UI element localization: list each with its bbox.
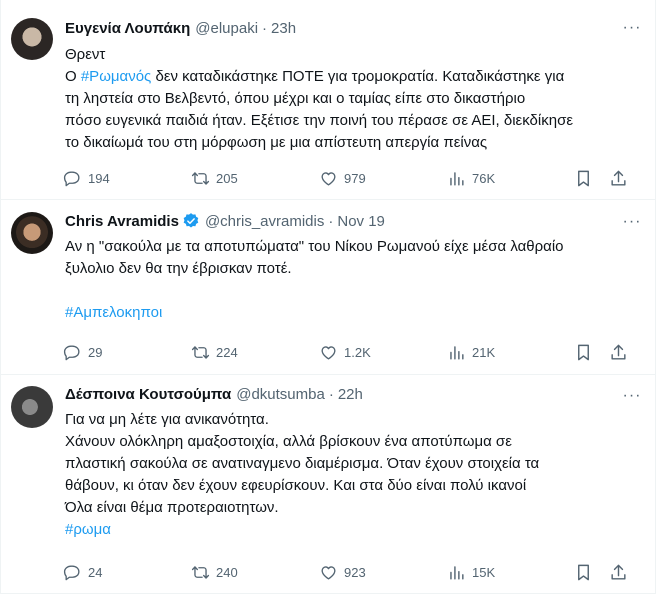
tweet-text-line: Χάνουν ολόκληρη αμαξοστοιχία, αλλά βρίσκ… (65, 433, 512, 450)
text-segment: δεν καταδικάστηκε ΠΟΤΕ για τρομοκρατία. … (151, 68, 565, 85)
tweet-text-line: Θρεντ (65, 46, 106, 63)
action-bar: 29 224 1.2K 21K (61, 341, 636, 363)
author-handle[interactable]: @chris_avramidis (205, 213, 324, 230)
share-icon (611, 344, 626, 360)
action-bar: 24 240 923 15K (61, 561, 636, 583)
timestamp[interactable]: 22h (338, 386, 363, 403)
retweet-button[interactable]: 205 (191, 167, 238, 189)
like-button[interactable]: 923 (319, 561, 366, 583)
tweet-text: Για να μη λέτε για ανικανότητα. Χάνουν ο… (65, 409, 638, 541)
reply-count: 24 (88, 564, 103, 580)
reply-count: 194 (88, 170, 110, 186)
author-handle[interactable]: @dkutsumba (236, 386, 325, 403)
tweet-text: Θρεντ Ο #Ρωμανός δεν καταδικάστηκε ΠΟΤΕ … (65, 44, 638, 154)
bookmark-button[interactable] (574, 341, 593, 363)
more-icon[interactable]: ··· (622, 214, 642, 234)
like-icon (321, 345, 336, 360)
separator-dot: · (328, 212, 334, 230)
tweet[interactable]: Chris Avramidis @chris_avramidis · Nov 1… (1, 200, 656, 375)
separator-dot: · (262, 20, 268, 37)
hashtag-link[interactable]: #Ρωμανός (81, 68, 151, 85)
reply-button[interactable]: 24 (63, 561, 102, 583)
timestamp[interactable]: 23h (271, 20, 296, 37)
tweet-text-line: Για να μη λέτε για ανικανότητα. (65, 411, 269, 428)
reply-icon (63, 170, 80, 186)
tweet-header: Ευγενία Λουπάκη @elupaki · 23h (65, 20, 296, 37)
like-icon (321, 565, 336, 580)
timestamp[interactable]: Nov 19 (337, 213, 385, 230)
tweet-header: Δέσποινα Κουτσούμπα @dkutsumba · 22h (65, 386, 363, 403)
retweet-button[interactable]: 240 (191, 561, 238, 583)
author-name[interactable]: Ευγενία Λουπάκη (65, 20, 190, 37)
views-button[interactable]: 15K (447, 561, 495, 583)
like-count: 979 (344, 170, 366, 186)
reply-button[interactable]: 29 (63, 341, 102, 363)
tweet-text-line: Ο #Ρωμανός δεν καταδικάστηκε ΠΟΤΕ για τρ… (65, 66, 638, 88)
tweet-feed: Ευγενία Λουπάκη @elupaki · 23h ··· Θρεντ… (0, 0, 656, 594)
views-count: 15K (472, 564, 496, 580)
bookmark-icon (578, 564, 589, 580)
share-icon (611, 170, 626, 186)
tweet-text-line: ξυλολιο δεν θα την έβρισκαν ποτέ. (65, 260, 292, 277)
author-name[interactable]: Chris Avramidis (65, 213, 179, 230)
reply-icon (63, 344, 80, 360)
tweet-text-line: τη ληστεία στο Βελβεντό, όπου μέχρι και … (65, 90, 526, 107)
like-count: 923 (344, 564, 366, 580)
verified-badge-icon (183, 213, 199, 228)
avatar[interactable] (11, 386, 53, 428)
views-icon (450, 345, 464, 360)
retweet-icon (191, 565, 210, 579)
like-button[interactable]: 1.2K (319, 341, 371, 363)
views-icon (450, 565, 464, 580)
avatar[interactable] (11, 18, 53, 60)
share-icon (611, 564, 626, 580)
views-button[interactable]: 21K (447, 341, 495, 363)
tweet[interactable]: Δέσποινα Κουτσούμπα @dkutsumba · 22h ···… (1, 375, 656, 594)
bookmark-button[interactable] (574, 561, 593, 583)
retweet-count: 205 (216, 170, 238, 186)
share-button[interactable] (609, 341, 628, 363)
hashtag-link[interactable]: #ρωμα (65, 519, 638, 541)
tweet-header: Chris Avramidis @chris_avramidis · Nov 1… (65, 212, 385, 230)
tweet-text-line: πλαστική σακούλα σε ανατιναγμενο διαμέρι… (65, 455, 540, 472)
tweet-text-line: Αν η "σακούλα με τα αποτυπώματα" του Νίκ… (65, 238, 564, 255)
retweet-button[interactable]: 224 (191, 341, 238, 363)
views-count: 76K (472, 170, 496, 186)
more-icon[interactable]: ··· (622, 388, 642, 408)
tweet-text: Αν η "σακούλα με τα αποτυπώματα" του Νίκ… (65, 236, 638, 324)
share-button[interactable] (609, 167, 628, 189)
reply-icon (63, 564, 80, 580)
author-handle[interactable]: @elupaki (195, 20, 258, 37)
author-name[interactable]: Δέσποινα Κουτσούμπα (65, 386, 231, 403)
retweet-icon (191, 345, 210, 359)
views-button[interactable]: 76K (447, 167, 495, 189)
retweet-icon (191, 171, 210, 185)
like-icon (321, 171, 336, 186)
like-count: 1.2K (344, 344, 371, 360)
tweet[interactable]: Ευγενία Λουπάκη @elupaki · 23h ··· Θρεντ… (1, 0, 656, 200)
tweet-text-line: πόσο ευγενικά παιδιά ήταν. Εξέτισε την π… (65, 112, 574, 129)
retweet-count: 224 (216, 344, 238, 360)
like-button[interactable]: 979 (319, 167, 366, 189)
separator-dot: · (328, 386, 334, 403)
bookmark-icon (578, 344, 589, 360)
bookmark-icon (578, 170, 589, 186)
reply-button[interactable]: 194 (63, 167, 110, 189)
views-count: 21K (472, 344, 496, 360)
bookmark-button[interactable] (574, 167, 593, 189)
avatar[interactable] (11, 212, 53, 254)
action-bar: 194 205 979 76K (61, 167, 636, 189)
share-button[interactable] (609, 561, 628, 583)
text-segment: Ο (65, 68, 81, 85)
more-icon[interactable]: ··· (622, 20, 642, 40)
reply-count: 29 (88, 344, 103, 360)
tweet-text-line: θάβουν, κι όταν δεν έχουν εφευρίσκουν. Κ… (65, 477, 527, 494)
retweet-count: 240 (216, 564, 238, 580)
tweet-text-line: Όλα είναι θέμα προτεραιοτητων. (65, 499, 279, 516)
tweet-text-line: το δικαίωμά του στη μόρφωση με μια απίστ… (65, 134, 488, 151)
hashtag-link[interactable]: #Αμπελοκηποι (65, 302, 638, 324)
views-icon (450, 171, 464, 186)
